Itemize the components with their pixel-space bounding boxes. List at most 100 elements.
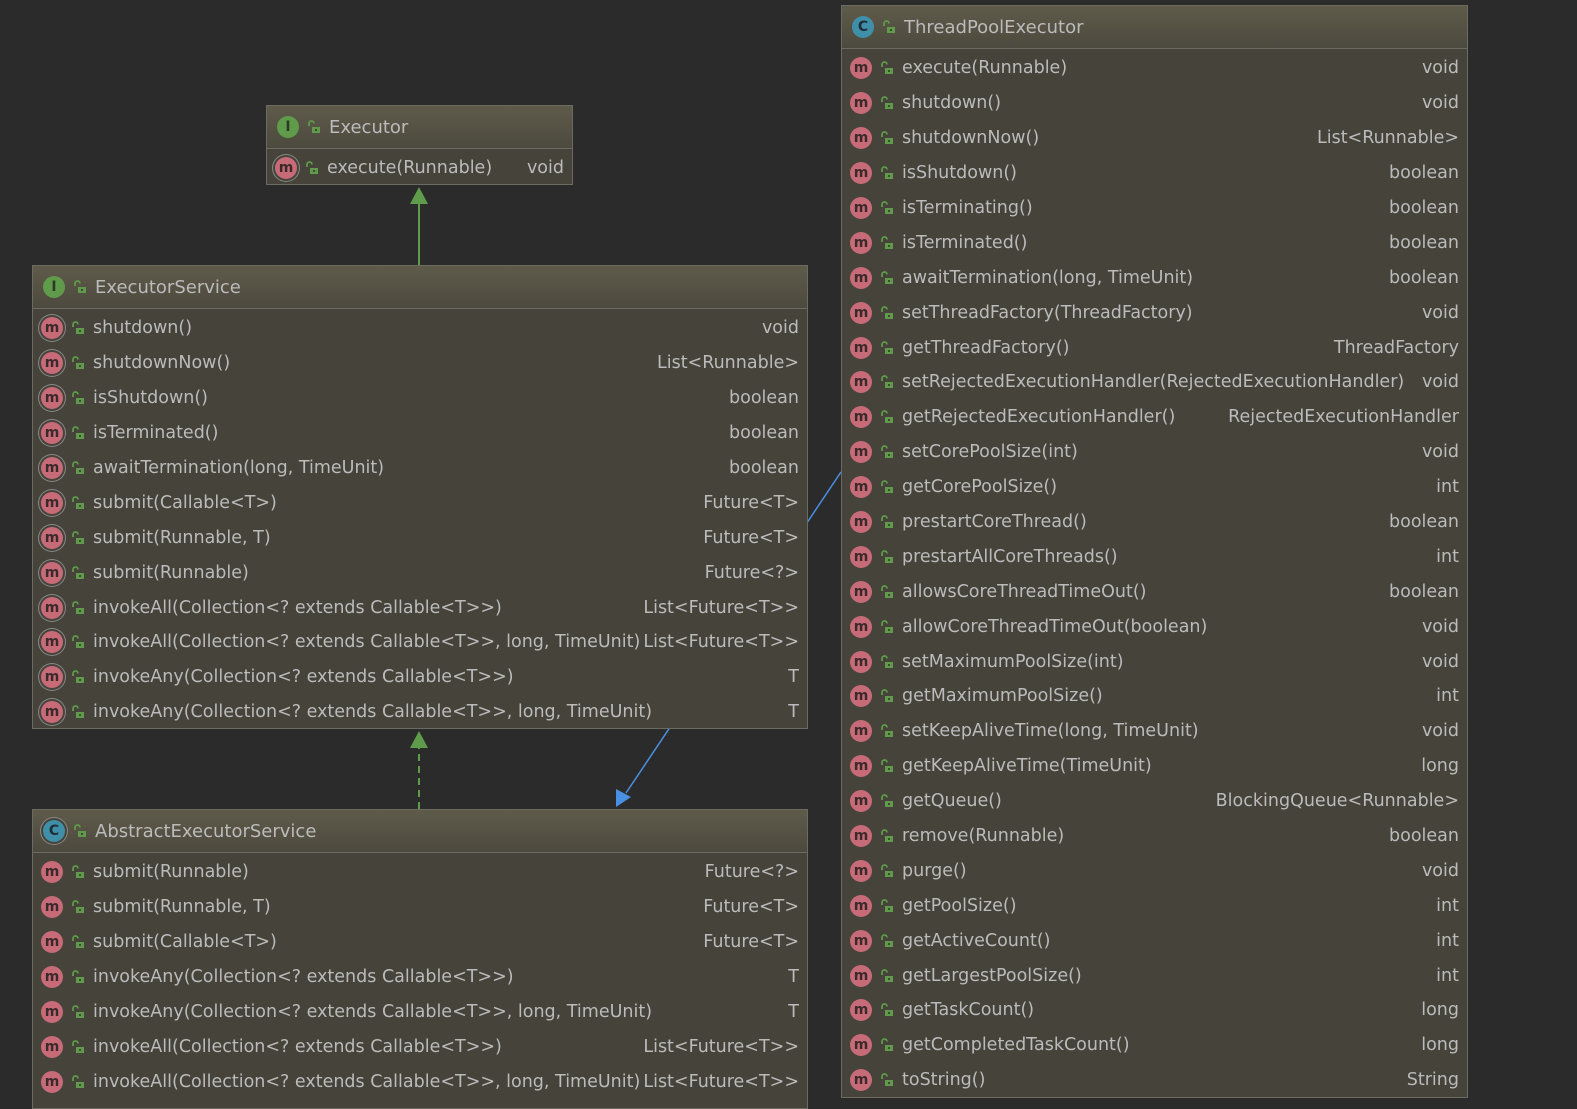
class-header[interactable]: I Executor <box>267 106 572 149</box>
method-name: setCorePoolSize(int) <box>902 442 1078 463</box>
method-return-type: boolean <box>1389 512 1459 533</box>
method-row[interactable]: m submit(Runnable, T) Future<T> <box>33 890 807 925</box>
method-row[interactable]: m invokeAny(Collection<? extends Callable… <box>33 660 807 695</box>
method-row[interactable]: m getPoolSize() int <box>842 888 1467 923</box>
method-row[interactable]: m setRejectedExecutionHandler(RejectedExe… <box>842 365 1467 400</box>
method-row[interactable]: m getTaskCount() long <box>842 993 1467 1028</box>
class-icon: C <box>852 16 874 38</box>
public-lock-icon <box>881 340 893 354</box>
method-icon: m <box>41 861 63 884</box>
method-row[interactable]: m submit(Runnable) Future<?> <box>33 855 807 890</box>
method-row[interactable]: m shutdown() void <box>33 311 807 346</box>
method-row[interactable]: m getRejectedExecutionHandler() RejectedEx… <box>842 400 1467 435</box>
method-row[interactable]: m submit(Runnable) Future<?> <box>33 555 807 590</box>
method-return-type: boolean <box>1389 198 1459 218</box>
method-row[interactable]: m getThreadFactory() ThreadFactory <box>842 330 1467 365</box>
public-lock-icon <box>881 550 893 563</box>
method-return-type: boolean <box>1389 581 1459 602</box>
method-row[interactable]: m purge() void <box>842 853 1467 888</box>
abstract-method-icon: m <box>41 457 63 479</box>
method-name: isShutdown() <box>93 388 209 409</box>
method-row[interactable]: m shutdown() void <box>842 86 1467 121</box>
method-icon: m <box>850 929 872 952</box>
method-row[interactable]: m getCompletedTaskCount() long <box>842 1028 1467 1063</box>
method-row[interactable]: m prestartAllCoreThreads() int <box>842 539 1467 574</box>
public-lock-icon <box>881 864 893 877</box>
method-row[interactable]: m invokeAll(Collection<? extends Callable… <box>33 1029 807 1064</box>
method-return-type: void <box>1421 93 1459 114</box>
abstract-method-icon: m <box>41 352 63 375</box>
method-return-type: List<Future<T>> <box>643 1071 799 1092</box>
method-return-type: void <box>1421 58 1459 79</box>
method-name: toString() <box>902 1070 986 1091</box>
arrowhead-executorservice <box>410 731 428 748</box>
method-row[interactable]: m prestartCoreThread() boolean <box>842 505 1467 540</box>
method-row[interactable]: m invokeAny(Collection<? extends Callable… <box>33 995 807 1030</box>
public-lock-icon <box>72 426 84 440</box>
public-lock-icon <box>881 236 893 249</box>
method-row[interactable]: m invokeAny(Collection<? extends Callable… <box>33 960 807 995</box>
public-lock-icon <box>72 530 84 544</box>
method-row[interactable]: m setCorePoolSize(int) void <box>842 435 1467 470</box>
class-box-abstract-executor-service[interactable]: C AbstractExecutorService m submit(Runnable… <box>32 809 808 1109</box>
method-row[interactable]: m isTerminating() boolean <box>842 191 1467 226</box>
method-row[interactable]: m submit(Callable<T>) Future<T> <box>33 925 807 960</box>
public-lock-icon <box>881 201 893 214</box>
method-row[interactable]: m execute(Runnable) void <box>267 151 572 184</box>
class-box-executor[interactable]: I Executor m execute(Runnable) void <box>266 105 573 185</box>
method-row[interactable]: m invokeAny(Collection<? extends Callable… <box>33 695 807 728</box>
method-return-type: boolean <box>1389 163 1459 184</box>
method-row[interactable]: m isShutdown() boolean <box>842 156 1467 191</box>
method-row[interactable]: m submit(Callable<T>) Future<T> <box>33 485 807 520</box>
method-row[interactable]: m allowCoreThreadTimeOut(boolean) void <box>842 609 1467 644</box>
method-row[interactable]: m invokeAll(Collection<? extends Callable… <box>33 590 807 625</box>
arrowhead-executor <box>410 187 428 204</box>
method-row[interactable]: m allowsCoreThreadTimeOut() boolean <box>842 574 1467 609</box>
method-row[interactable]: m shutdownNow() List<Runnable> <box>33 346 807 381</box>
class-title: Executor <box>329 116 409 138</box>
method-row[interactable]: m getQueue() BlockingQueue<Runnable> <box>842 784 1467 819</box>
abstract-method-icon: m <box>41 317 63 340</box>
method-icon: m <box>41 1070 63 1093</box>
public-lock-icon <box>881 759 893 773</box>
class-header[interactable]: I ExecutorService <box>33 266 807 309</box>
method-row[interactable]: m getActiveCount() int <box>842 923 1467 958</box>
method-row[interactable]: m getMaximumPoolSize() int <box>842 679 1467 714</box>
method-row[interactable]: m getLargestPoolSize() int <box>842 958 1467 993</box>
method-row[interactable]: m isTerminated() boolean <box>33 416 807 451</box>
class-header[interactable]: C AbstractExecutorService <box>33 810 807 853</box>
method-row[interactable]: m awaitTermination(long, TimeUnit) boolean <box>842 260 1467 295</box>
method-row[interactable]: m submit(Runnable, T) Future<T> <box>33 520 807 555</box>
method-row[interactable]: m isTerminated() boolean <box>842 225 1467 260</box>
method-name: setThreadFactory(ThreadFactory) <box>902 302 1193 323</box>
method-row[interactable]: m setThreadFactory(ThreadFactory) void <box>842 295 1467 330</box>
method-name: remove(Runnable) <box>902 826 1065 847</box>
method-row[interactable]: m invokeAll(Collection<? extends Callable… <box>33 625 807 660</box>
method-return-type: void <box>1421 302 1459 323</box>
method-row[interactable]: m awaitTermination(long, TimeUnit) boolean <box>33 451 807 486</box>
method-return-type: List<Future<T>> <box>643 1036 799 1057</box>
method-row[interactable]: m toString() String <box>842 1063 1467 1097</box>
method-row[interactable]: m remove(Runnable) boolean <box>842 819 1467 854</box>
method-row[interactable]: m setKeepAliveTime(long, TimeUnit) void <box>842 714 1467 749</box>
method-name: isTerminated() <box>902 232 1028 253</box>
method-row[interactable]: m setMaximumPoolSize(int) void <box>842 644 1467 679</box>
method-icon: m <box>850 615 872 638</box>
public-lock-icon <box>72 1074 84 1088</box>
class-box-executor-service[interactable]: I ExecutorService m shutdown() void m shutdown… <box>32 265 808 729</box>
public-lock-icon <box>72 565 84 579</box>
public-lock-icon <box>72 935 84 949</box>
method-row[interactable]: m getCorePoolSize() int <box>842 470 1467 505</box>
method-row[interactable]: m execute(Runnable) void <box>842 51 1467 86</box>
method-return-type: void <box>1421 651 1459 672</box>
method-list: m submit(Runnable) Future<?> m submit(Runnab… <box>33 853 807 1099</box>
class-header[interactable]: C ThreadPoolExecutor <box>842 6 1467 49</box>
method-row[interactable]: m shutdownNow() List<Runnable> <box>842 121 1467 156</box>
method-icon: m <box>850 371 872 394</box>
method-name: isTerminated() <box>93 423 219 444</box>
method-row[interactable]: m getKeepAliveTime(TimeUnit) long <box>842 749 1467 784</box>
method-row[interactable]: m isShutdown() boolean <box>33 381 807 416</box>
class-box-thread-pool-executor[interactable]: C ThreadPoolExecutor m execute(Runnable) voi… <box>841 5 1468 1098</box>
method-row[interactable]: m invokeAll(Collection<? extends Callable… <box>33 1064 807 1099</box>
method-name: invokeAny(Collection<? extends Callable<… <box>93 967 514 988</box>
